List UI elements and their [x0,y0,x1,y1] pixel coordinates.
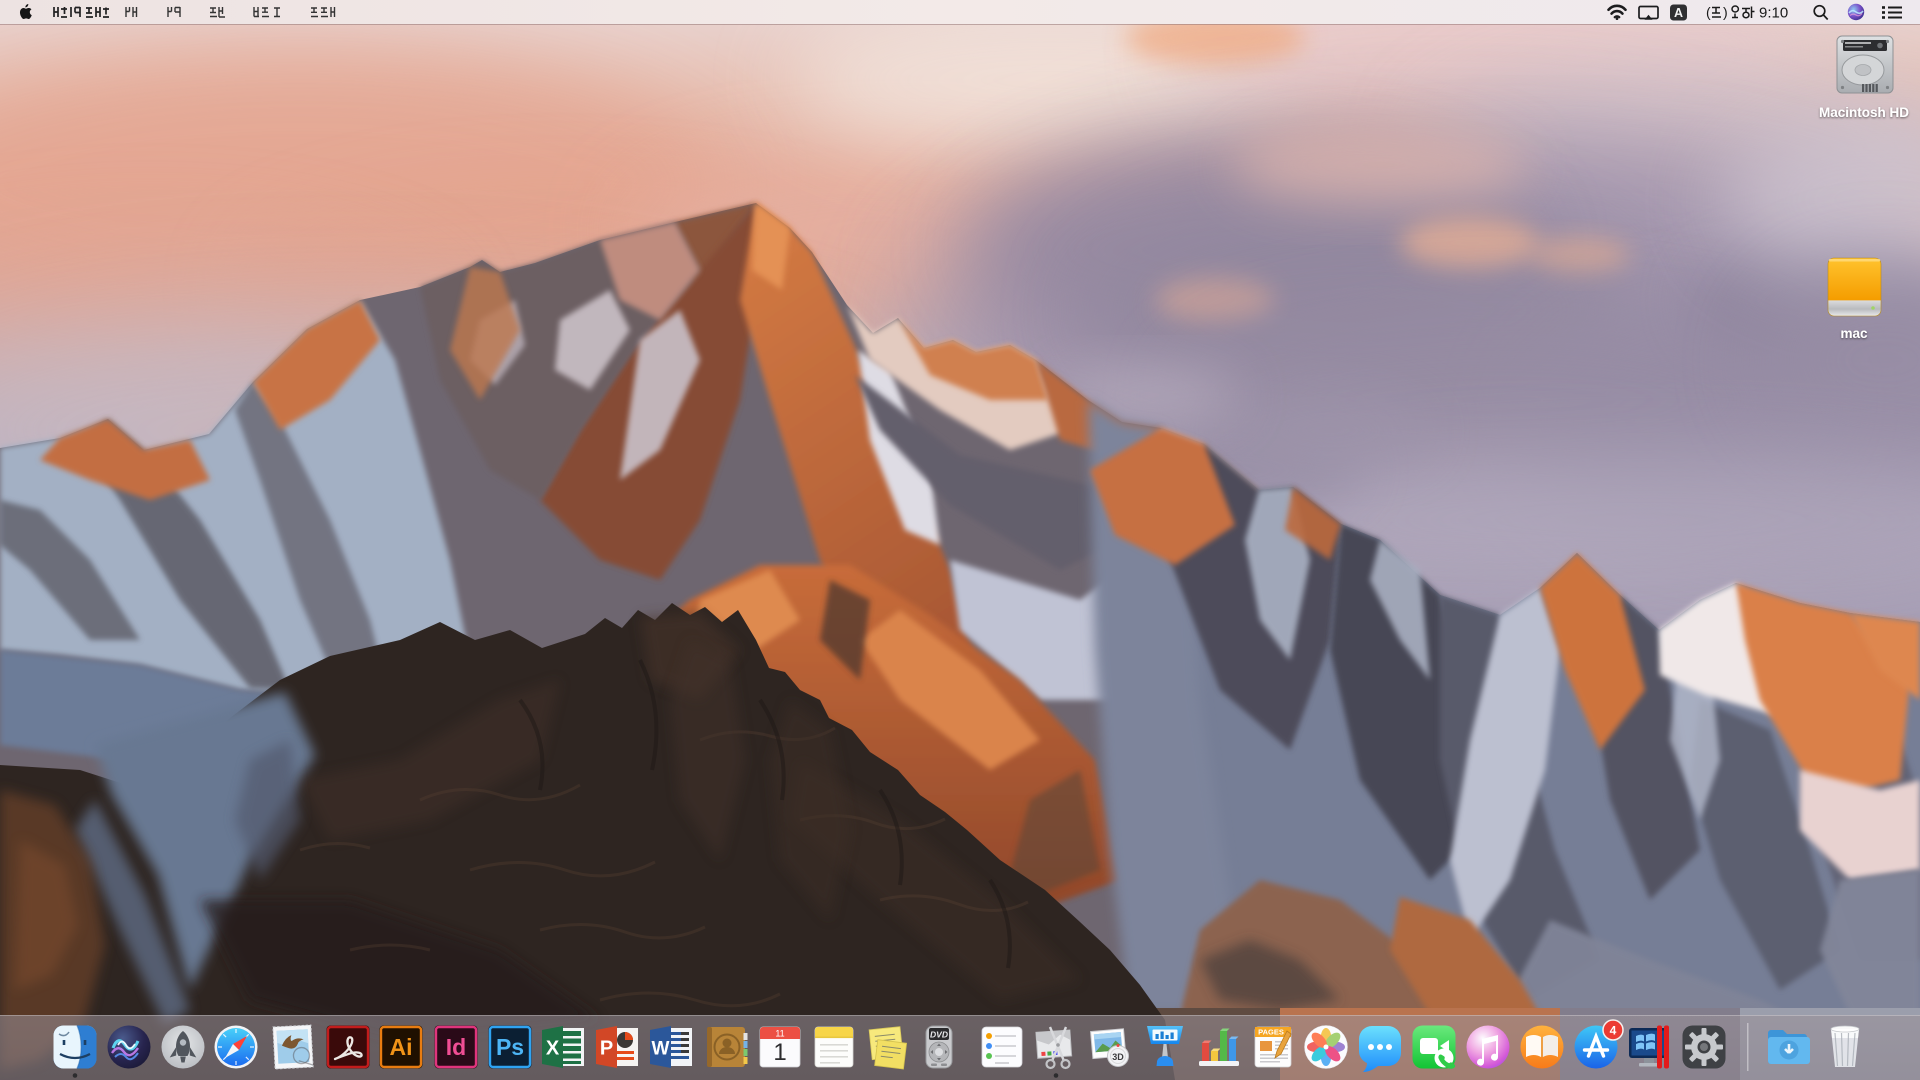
svg-text:P: P [600,1038,613,1060]
svg-text:11: 11 [775,1029,784,1039]
svg-text:1: 1 [773,1039,786,1066]
svg-text:X: X [546,1038,560,1060]
svg-text:3D: 3D [1112,1052,1124,1062]
svg-text:Id: Id [446,1034,466,1060]
svg-text:PAGES: PAGES [1258,1028,1284,1037]
svg-text:Ai: Ai [390,1034,413,1060]
svg-text:Ps: Ps [496,1034,524,1060]
svg-text:4: 4 [1610,1023,1617,1037]
svg-text:W: W [652,1039,670,1060]
svg-text:DVD: DVD [930,1030,948,1040]
